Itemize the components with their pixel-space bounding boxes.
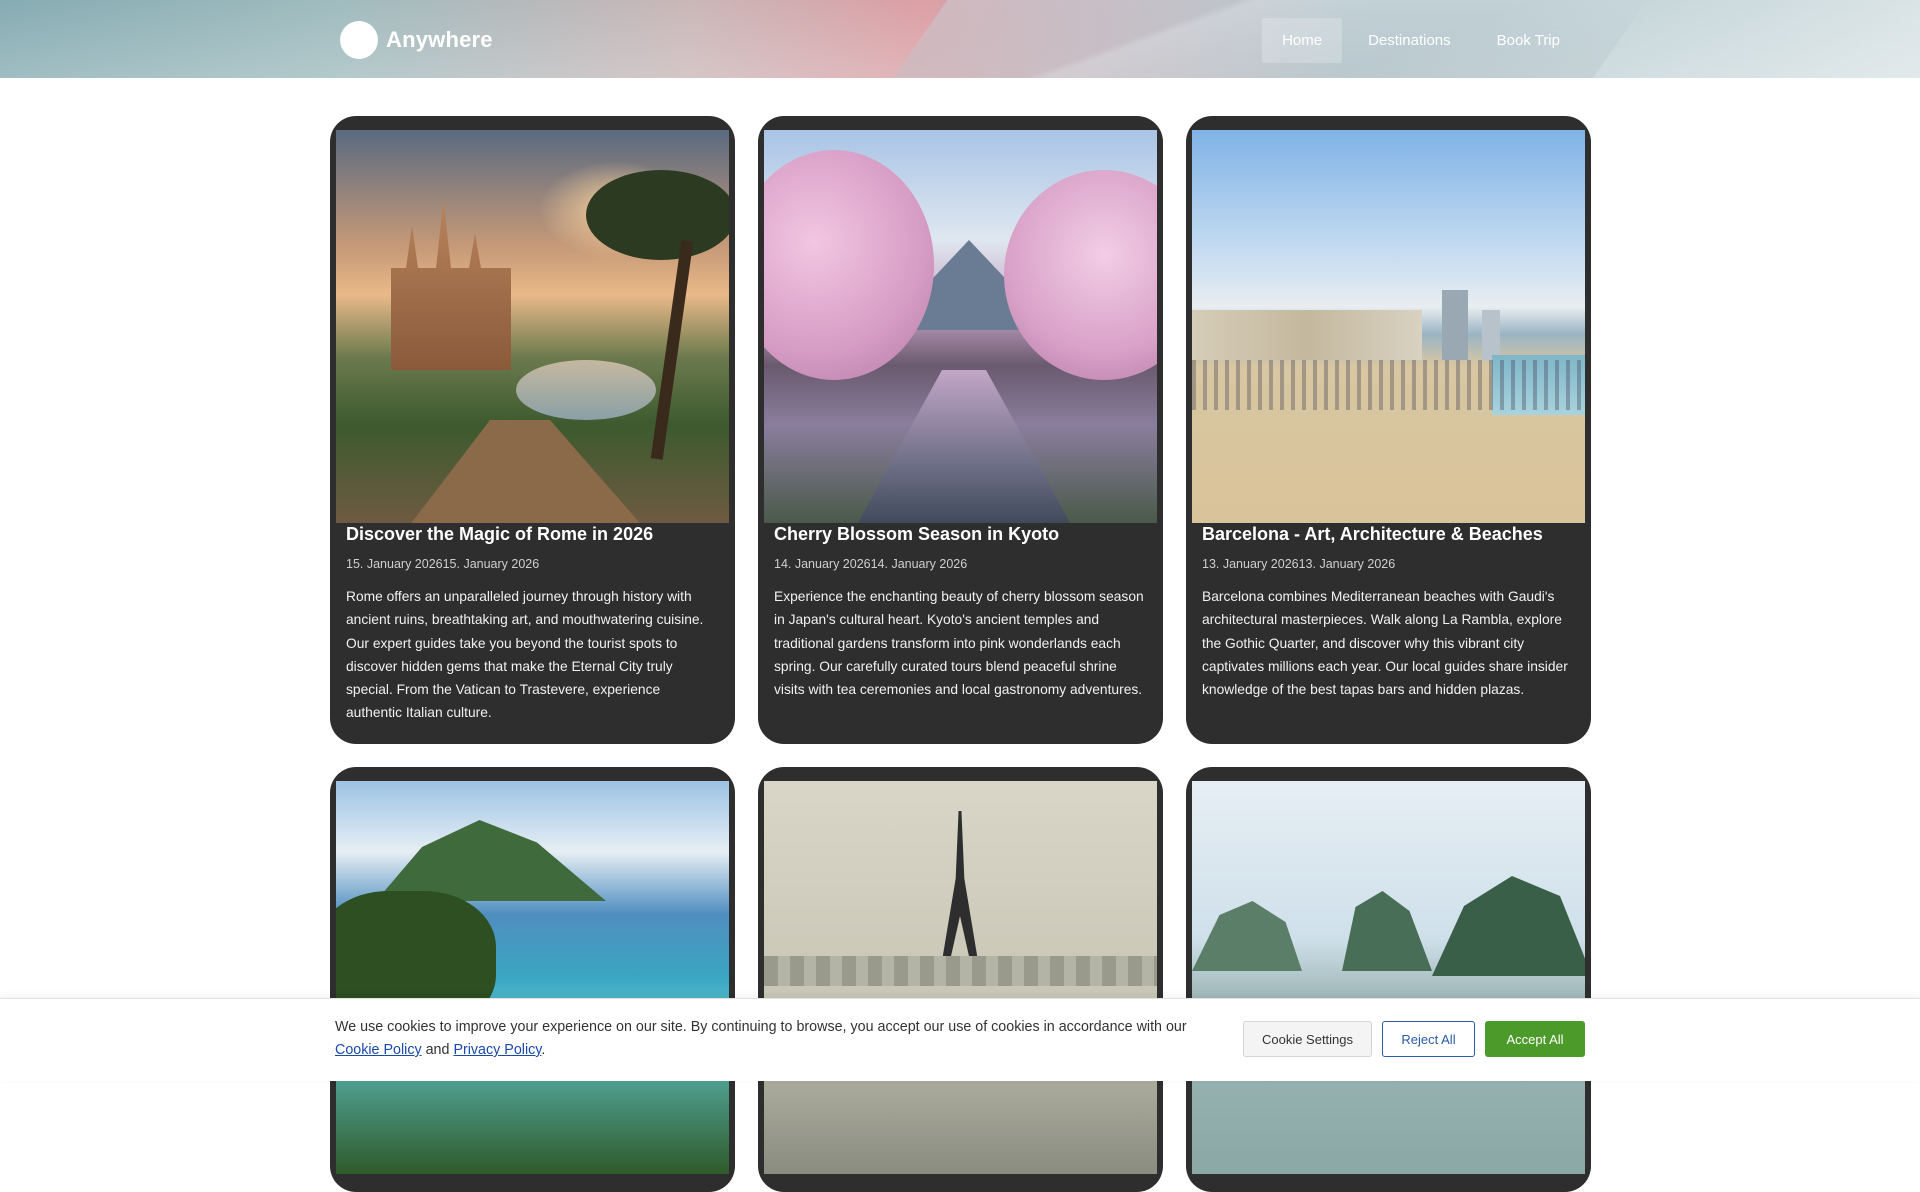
halong-bay-image[interactable]	[1192, 781, 1585, 1174]
logo-text: Anywhere	[386, 27, 493, 52]
rome-castle-image[interactable]	[336, 130, 729, 523]
logo-circle-icon	[340, 21, 378, 59]
card-title[interactable]: Cherry Blossom Season in Kyoto	[764, 523, 1157, 545]
article-card-barcelona[interactable]: Barcelona - Art, Architecture & Beaches …	[1186, 116, 1591, 744]
privacy-policy-link[interactable]: Privacy Policy	[453, 1042, 541, 1058]
kyoto-cherry-blossom-image[interactable]	[764, 130, 1157, 523]
article-card-island[interactable]	[330, 767, 735, 1192]
article-card-kyoto[interactable]: Cherry Blossom Season in Kyoto 14. Janua…	[758, 116, 1163, 744]
eiffel-tower-image[interactable]	[764, 781, 1157, 1174]
card-excerpt: Rome offers an unparalleled journey thro…	[346, 589, 704, 721]
card-title[interactable]: Discover the Magic of Rome in 2026	[336, 523, 729, 545]
article-card-rome[interactable]: Discover the Magic of Rome in 2026 15. J…	[330, 116, 735, 744]
article-card-halong[interactable]	[1186, 767, 1591, 1192]
card-date: 14. January 202614. January 2026	[774, 557, 968, 571]
card-excerpt: Experience the enchanting beauty of cher…	[774, 589, 1144, 698]
reject-all-button[interactable]: Reject All	[1382, 1021, 1475, 1057]
main-nav: Home Destinations Book Trip	[1262, 18, 1580, 63]
article-card-paris[interactable]	[758, 767, 1163, 1192]
cookie-message: We use cookies to improve your experienc…	[335, 1019, 1187, 1058]
tropical-island-image[interactable]	[336, 781, 729, 1174]
nav-home[interactable]: Home	[1262, 18, 1343, 63]
card-date: 13. January 202613. January 2026	[1202, 557, 1396, 571]
cookie-policy-link[interactable]: Cookie Policy	[335, 1042, 422, 1058]
site-logo[interactable]: Anywhere	[340, 21, 493, 59]
nav-destinations[interactable]: Destinations	[1348, 18, 1471, 63]
nav-book-trip[interactable]: Book Trip	[1477, 18, 1580, 63]
accept-all-button[interactable]: Accept All	[1485, 1021, 1585, 1057]
card-excerpt: Barcelona combines Mediterranean beaches…	[1202, 589, 1568, 698]
cookie-banner: We use cookies to improve your experienc…	[0, 998, 1920, 1081]
card-date: 15. January 202615. January 2026	[346, 557, 540, 571]
barcelona-beach-image[interactable]	[1192, 130, 1585, 523]
cookie-settings-button[interactable]: Cookie Settings	[1243, 1021, 1372, 1057]
site-header: Anywhere Home Destinations Book Trip	[0, 0, 1920, 78]
card-title[interactable]: Barcelona - Art, Architecture & Beaches	[1192, 523, 1585, 545]
